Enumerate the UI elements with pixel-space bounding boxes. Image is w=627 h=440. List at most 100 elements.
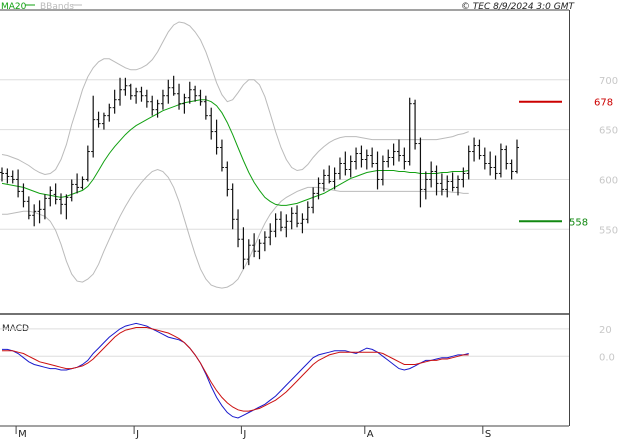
ohlc-bar <box>370 147 375 168</box>
ohlc-bar <box>10 170 15 184</box>
x-tick-label: A <box>367 429 374 440</box>
ohlc-bar <box>5 168 10 184</box>
macd-line <box>2 322 469 419</box>
ohlc-bar <box>144 89 149 108</box>
price-tick-label: 700 <box>599 76 618 87</box>
ohlc-bar <box>107 103 112 122</box>
ohlc-bar <box>96 111 101 128</box>
ohlc-bar <box>59 193 64 215</box>
signal-line <box>2 327 469 412</box>
level-markers: 678 558 <box>519 98 613 228</box>
resistance-level-label: 678 <box>594 98 613 109</box>
ohlc-bar <box>209 107 214 140</box>
x-tick-label: M <box>18 429 27 440</box>
ohlc-bar <box>112 89 117 114</box>
ohlc-bar <box>268 223 273 246</box>
macd-panel: MACD 200.0 <box>0 322 615 427</box>
ohlc-bar <box>252 233 257 258</box>
ohlc-bar <box>75 173 80 194</box>
x-axis: MJJAS <box>15 426 491 440</box>
ohlc-bar <box>386 149 391 168</box>
ohlc-bar <box>429 161 434 188</box>
ohlc-bar <box>37 200 42 224</box>
ohlc-bar <box>348 155 353 178</box>
macd-grid <box>0 328 569 357</box>
ohlc-bar <box>48 186 53 207</box>
ohlc-bar <box>219 139 224 172</box>
ohlc-bar <box>450 172 455 192</box>
ohlc-bar <box>289 207 294 230</box>
ohlc-bar <box>413 99 418 150</box>
price-panel: 550 600 650 700 678 558 <box>0 9 618 426</box>
ohlc-bar <box>150 95 155 116</box>
ohlc-bar <box>402 147 407 170</box>
ohlc-bar <box>284 214 289 238</box>
ohlc-bar <box>423 171 428 200</box>
x-tick-label: J <box>135 429 139 440</box>
ohlc-bar <box>32 204 37 227</box>
ohlc-bar <box>300 213 305 234</box>
ohlc-bar <box>128 83 133 100</box>
price-tick-label: 650 <box>599 126 618 137</box>
ohlc-bar <box>493 155 498 180</box>
ohlc-bar <box>472 137 477 162</box>
ohlc-bar <box>123 77 128 96</box>
ohlc-bar <box>311 187 316 214</box>
ohlc-bar <box>193 85 198 102</box>
ohlc-bar <box>504 145 509 170</box>
ohlc-bar <box>498 143 503 178</box>
ohlc-bar <box>171 75 176 96</box>
ohlc-bar <box>85 145 90 182</box>
ohlc-bar <box>466 145 471 180</box>
stock-chart: MA20 BBands © TEC 8/9/2024 3:0 GMT 55060… <box>0 2 618 440</box>
ohlc-bar <box>182 93 187 114</box>
ohlc-bar <box>488 151 493 176</box>
ohlc-bar <box>445 175 450 198</box>
ohlc-bar <box>166 79 171 104</box>
ohlc-bar <box>214 119 219 155</box>
price-tick-label: 550 <box>599 225 618 236</box>
ohlc-bar <box>327 165 332 184</box>
ohlc-bar <box>160 89 165 110</box>
ohlc-bar <box>509 159 514 180</box>
ohlc-bar <box>91 95 96 158</box>
ohlc-bar <box>477 139 482 160</box>
ohlc-bar <box>515 139 519 174</box>
ohlc-bar <box>118 77 123 106</box>
ohlc-bar <box>236 209 241 248</box>
ohlc-bar <box>257 239 262 260</box>
ohlc-bar <box>134 87 139 104</box>
macd-tick-label: 20 <box>599 325 612 336</box>
ohlc-bar <box>439 173 444 196</box>
ohlc-bar <box>198 89 203 106</box>
ohlc-bar <box>461 167 466 188</box>
ohlc-bar <box>177 83 182 110</box>
ohlc-bar <box>139 86 144 102</box>
ohlc-bar <box>53 183 58 205</box>
ohlc-bar <box>64 194 69 220</box>
ohlc-bar <box>241 227 246 270</box>
ohlc-bar <box>26 196 31 220</box>
ohlc-bar <box>359 145 364 168</box>
ohlc-bar <box>16 169 21 198</box>
price-tick-label: 600 <box>599 175 618 186</box>
macd-tick-label: 0.0 <box>599 352 615 363</box>
ohlc-bar <box>482 147 487 170</box>
ohlc-bar <box>364 149 369 170</box>
x-tick-label: J <box>242 429 246 440</box>
ohlc-bar <box>354 147 359 170</box>
ohlc-bar <box>418 137 423 208</box>
ohlc-bar <box>305 201 310 224</box>
ohlc-bar <box>80 176 85 190</box>
ohlc-bar <box>278 211 283 232</box>
x-tick-label: S <box>485 429 491 440</box>
ohlc-bar <box>273 213 278 238</box>
ohlc-bar <box>69 179 74 202</box>
support-level-label: 558 <box>569 217 588 228</box>
ohlc-bar <box>187 81 192 104</box>
ohlc-bar <box>337 157 342 180</box>
ohlc-bar <box>391 143 396 166</box>
ohlc-bar <box>295 205 300 228</box>
macd-lines <box>2 322 469 419</box>
ohlc-bar <box>396 139 401 162</box>
